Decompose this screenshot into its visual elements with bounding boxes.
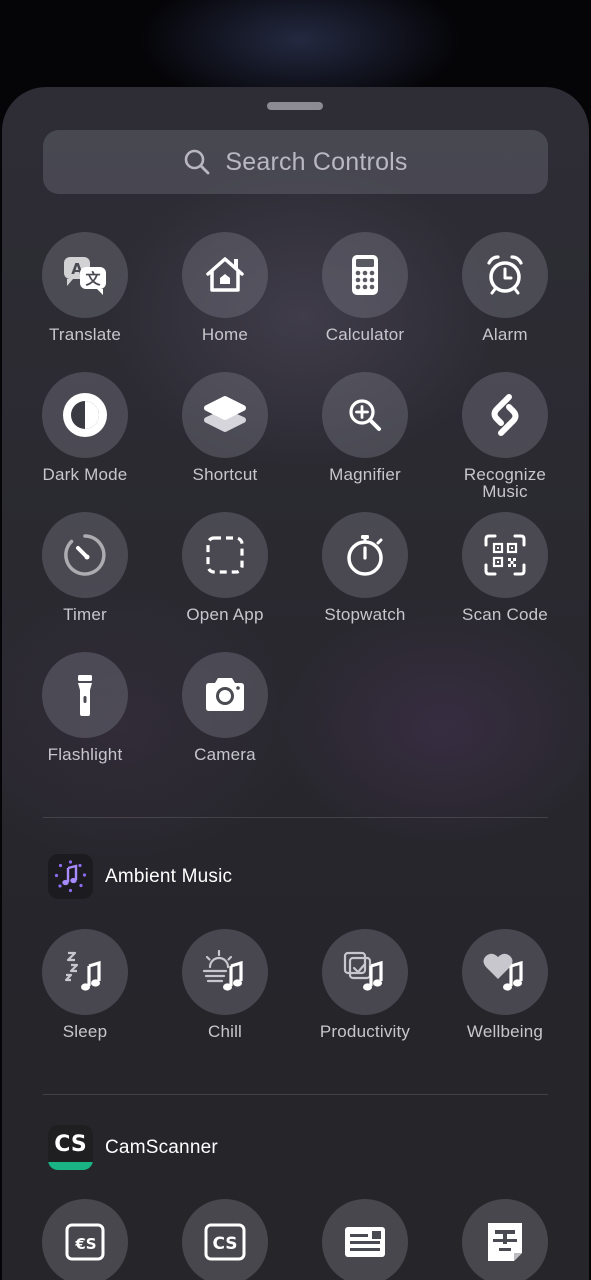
control-label: Recognize Music bbox=[463, 465, 547, 501]
id-card-icon bbox=[345, 1227, 385, 1257]
camscanner-logo-icon: CS bbox=[204, 1223, 246, 1261]
control-ambient-chill[interactable]: Chill bbox=[155, 929, 295, 1040]
ambient-music-header: Ambient Music bbox=[48, 854, 232, 899]
control-label: Flashlight bbox=[47, 745, 123, 764]
control-label: Magnifier bbox=[329, 465, 401, 484]
control-label: Stopwatch bbox=[324, 605, 406, 624]
camscanner-app-icon: CS bbox=[48, 1125, 93, 1170]
calculator-icon bbox=[352, 255, 378, 295]
camscanner-app-name: CamScanner bbox=[105, 1136, 218, 1158]
home-icon bbox=[206, 257, 244, 292]
control-label: Home bbox=[201, 325, 249, 344]
control-label: Translate bbox=[48, 325, 122, 344]
control-magnifier[interactable]: Magnifier bbox=[295, 372, 435, 483]
control-stopwatch[interactable]: Stopwatch bbox=[295, 512, 435, 623]
control-camscanner-4[interactable] bbox=[435, 1199, 575, 1280]
control-label: Chill bbox=[207, 1022, 243, 1041]
dark-mode-icon bbox=[63, 393, 107, 437]
control-alarm[interactable]: Alarm bbox=[435, 232, 575, 343]
camscanner-doc-icon: €S bbox=[65, 1223, 105, 1261]
qr-code-icon bbox=[484, 534, 526, 576]
camscanner-app-icon-text: CS bbox=[54, 1132, 87, 1157]
control-ambient-productivity[interactable]: Productivity bbox=[295, 929, 435, 1040]
control-label: Alarm bbox=[482, 325, 528, 344]
control-camscanner-2[interactable]: CS bbox=[155, 1199, 295, 1280]
open-app-icon bbox=[206, 536, 244, 574]
control-label: Shortcut bbox=[192, 465, 258, 484]
control-ambient-sleep[interactable]: Sleep bbox=[15, 929, 155, 1040]
svg-text:CS: CS bbox=[212, 1234, 237, 1254]
timer-icon bbox=[64, 534, 106, 576]
control-home[interactable]: Home bbox=[155, 232, 295, 343]
stopwatch-icon bbox=[347, 535, 383, 576]
shortcuts-icon bbox=[204, 396, 246, 432]
control-recognize-music[interactable]: Recognize Music bbox=[435, 372, 575, 500]
chill-music-icon bbox=[202, 949, 243, 991]
control-label: Sleep bbox=[62, 1022, 108, 1041]
ambient-music-app-name: Ambient Music bbox=[105, 865, 233, 887]
control-label: Calculator bbox=[325, 325, 405, 344]
search-controls-field[interactable]: Search Controls bbox=[43, 130, 548, 194]
magnifier-icon bbox=[349, 399, 381, 431]
control-dark-mode[interactable]: Dark Mode bbox=[15, 372, 155, 483]
ambient-music-app-icon bbox=[48, 854, 93, 899]
alarm-icon bbox=[487, 255, 523, 295]
flashlight-icon bbox=[78, 675, 92, 716]
search-placeholder: Search Controls bbox=[225, 147, 408, 176]
control-label: Productivity bbox=[319, 1022, 411, 1041]
control-shortcut[interactable]: Shortcut bbox=[155, 372, 295, 483]
control-label: Timer bbox=[63, 605, 107, 624]
control-scan-code[interactable]: Scan Code bbox=[435, 512, 575, 623]
sleep-music-icon bbox=[64, 951, 101, 991]
svg-text:文: 文 bbox=[85, 270, 101, 288]
control-timer[interactable]: Timer bbox=[15, 512, 155, 623]
control-label: Open App bbox=[186, 605, 264, 624]
section-divider bbox=[43, 1094, 548, 1095]
svg-text:€S: €S bbox=[74, 1235, 96, 1253]
control-label: Dark Mode bbox=[42, 465, 128, 484]
search-icon bbox=[185, 149, 210, 175]
control-label: Scan Code bbox=[462, 605, 548, 624]
control-translate[interactable]: A 文 Translate bbox=[15, 232, 155, 343]
section-divider bbox=[43, 817, 548, 818]
translate-icon: A 文 bbox=[64, 257, 106, 295]
productivity-music-icon bbox=[343, 951, 383, 991]
camscanner-header: CS CamScanner bbox=[48, 1125, 218, 1170]
control-ambient-wellbeing[interactable]: Wellbeing bbox=[435, 929, 575, 1040]
control-camscanner-3[interactable] bbox=[295, 1199, 435, 1280]
control-label: Camera bbox=[194, 745, 256, 764]
control-calculator[interactable]: Calculator bbox=[295, 232, 435, 343]
control-flashlight[interactable]: Flashlight bbox=[15, 652, 155, 763]
text-extract-icon bbox=[488, 1223, 522, 1261]
wellbeing-music-icon bbox=[483, 953, 523, 991]
control-camera[interactable]: Camera bbox=[155, 652, 295, 763]
shazam-icon bbox=[491, 394, 519, 436]
sheet-grabber[interactable] bbox=[267, 102, 323, 110]
control-label: Wellbeing bbox=[466, 1022, 544, 1041]
control-open-app[interactable]: Open App bbox=[155, 512, 295, 623]
screen: Search Controls A 文 Translate Home Calcu… bbox=[0, 0, 591, 1280]
control-camscanner-1[interactable]: €S bbox=[15, 1199, 155, 1280]
camera-icon bbox=[206, 678, 244, 711]
